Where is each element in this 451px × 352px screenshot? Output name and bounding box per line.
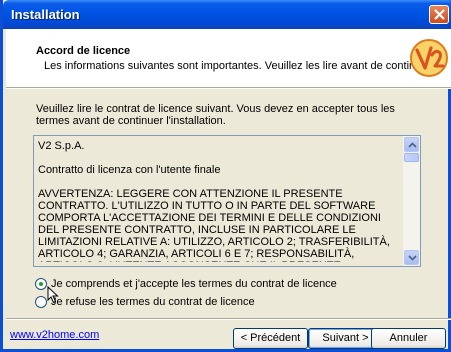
cancel-button[interactable]: Annuler <box>371 328 446 349</box>
page-subtitle: Les informations suivantes sont importan… <box>44 60 434 72</box>
radio-selected-dot <box>39 282 43 286</box>
scroll-up-button[interactable] <box>404 137 419 152</box>
footer-divider <box>6 318 451 320</box>
scroll-down-button[interactable] <box>404 250 419 265</box>
title-bar[interactable]: Installation <box>3 0 451 29</box>
close-icon <box>434 9 445 20</box>
page-title: Accord de licence <box>36 45 131 57</box>
window-title: Installation <box>11 7 80 22</box>
license-instructions: Veuillez lire le contrat de licence suiv… <box>36 103 395 127</box>
refuse-radio[interactable] <box>35 296 47 308</box>
v2home-logo-icon <box>410 39 448 77</box>
website-link[interactable]: www.v2home.com <box>10 329 99 341</box>
chevron-down-icon <box>408 255 417 261</box>
close-button[interactable] <box>429 5 449 24</box>
wizard-header: Accord de licence Les informations suiva… <box>6 29 451 87</box>
refuse-label[interactable]: Je refuse les termes du contrat de licen… <box>51 296 255 308</box>
accept-label[interactable]: Je comprends et j'accepte les termes du … <box>51 278 337 290</box>
installer-window: Installation Accord de licence Les infor… <box>0 0 451 352</box>
back-button[interactable]: < Précédent <box>233 328 308 349</box>
scroll-thumb[interactable] <box>404 153 419 162</box>
license-scrollbar[interactable] <box>403 136 420 266</box>
license-text: V2 S.p.A. Contratto di licenza con l'ute… <box>38 140 390 262</box>
mouse-pointer-icon <box>47 286 59 304</box>
accept-radio[interactable] <box>35 278 47 290</box>
license-textbox[interactable]: V2 S.p.A. Contratto di licenza con l'ute… <box>33 135 421 267</box>
header-divider <box>6 87 451 89</box>
chevron-up-icon <box>408 142 417 148</box>
